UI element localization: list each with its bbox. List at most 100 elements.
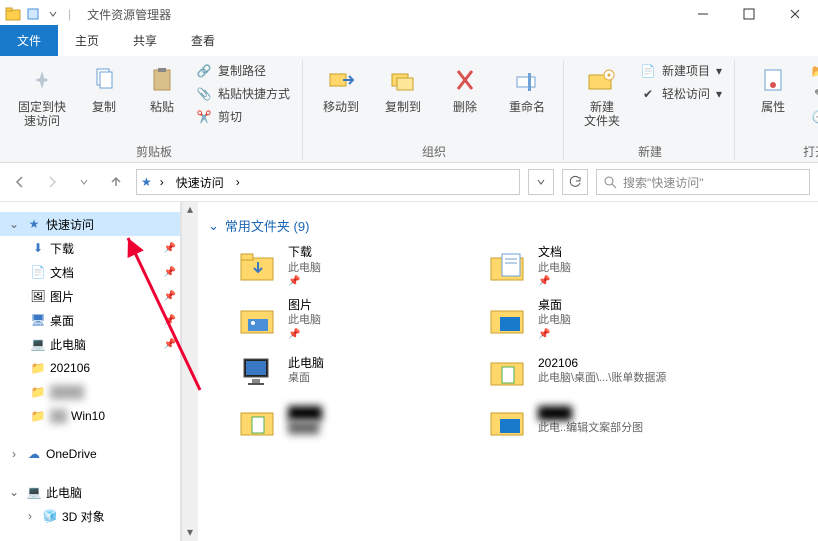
tree-onedrive[interactable]: ›☁OneDrive — [0, 442, 180, 466]
tree-desktop[interactable]: 🖥桌面📌 — [0, 308, 180, 332]
tree-downloads[interactable]: ⬇下载📌 — [0, 236, 180, 260]
item-sub: 桌面 — [288, 371, 324, 385]
tree-quickaccess[interactable]: ⌄★快速访问 — [0, 212, 180, 236]
breadcrumb-sep: › — [232, 173, 244, 191]
copypath-button[interactable]: 🔗复制路径 — [192, 60, 294, 81]
nav-recent-button[interactable] — [72, 170, 96, 194]
cube-icon: 🧊 — [42, 508, 58, 524]
sidebar-scrollbar[interactable]: ▴▾ — [181, 202, 198, 541]
moveto-button[interactable]: 移动到 — [313, 60, 369, 141]
section-header[interactable]: ⌄常用文件夹 (9) — [208, 210, 808, 245]
copy-icon — [88, 64, 120, 96]
tree-blur1[interactable]: 📁 ████ — [0, 380, 180, 404]
search-placeholder: 搜索"快速访问" — [623, 174, 704, 191]
search-input[interactable]: 搜索"快速访问" — [596, 169, 810, 195]
edit-button[interactable]: ✎编辑 — [807, 83, 818, 104]
group-label: 组织 — [422, 141, 446, 160]
open-icon: 📂 — [811, 63, 818, 79]
easyaccess-button[interactable]: ✔轻松访问▾ — [636, 83, 726, 104]
pin-quickaccess-button[interactable]: 固定到快 速访问 — [14, 60, 70, 141]
folder-item-documents[interactable]: 文档此电脑📌 — [488, 245, 708, 288]
explorer-icon — [4, 5, 22, 23]
link-icon: 🔗 — [196, 63, 212, 79]
refresh-button[interactable] — [562, 169, 588, 195]
nav-up-button[interactable] — [104, 170, 128, 194]
copy-button[interactable]: 复制 — [76, 60, 132, 141]
pin-icon — [26, 64, 58, 96]
tree-label: ██ — [50, 409, 67, 423]
ribbon-tabs: 文件 主页 共享 查看 — [0, 28, 818, 56]
nav-forward-button[interactable] — [40, 170, 64, 194]
delete-button[interactable]: 删除 — [437, 60, 493, 141]
tree-label: ████ — [50, 385, 84, 399]
folder-icon — [488, 246, 528, 286]
qat-dropdown-icon[interactable] — [44, 5, 62, 23]
tab-home[interactable]: 主页 — [58, 25, 116, 56]
pin-icon: 📌 — [538, 328, 571, 341]
minimize-button[interactable] — [680, 0, 726, 28]
tree-label: 3D 对象 — [62, 508, 105, 525]
address-dropdown-button[interactable] — [528, 169, 554, 195]
copyto-button[interactable]: 复制到 — [375, 60, 431, 141]
tree-pictures[interactable]: 🖼图片📌 — [0, 284, 180, 308]
content-pane: ⌄常用文件夹 (9) 下载此电脑📌 文档此电脑📌 图片此电脑📌 桌面此电脑📌 此… — [198, 202, 818, 541]
history-button[interactable]: 🕘历史记录 — [807, 106, 818, 127]
close-button[interactable] — [772, 0, 818, 28]
tree-202106[interactable]: 📁202106 — [0, 356, 180, 380]
item-sub: ████ — [288, 421, 322, 435]
tree-3dobjects[interactable]: › 🧊3D 对象 — [0, 504, 180, 528]
tree-thispc-root[interactable]: ⌄💻此电脑 — [0, 480, 180, 504]
qat-item-icon[interactable] — [24, 5, 42, 23]
tab-file[interactable]: 文件 — [0, 25, 58, 56]
nav-back-button[interactable] — [8, 170, 32, 194]
properties-button[interactable]: 属性 — [745, 60, 801, 141]
address-bar[interactable]: ★ › 快速访问 › — [136, 169, 520, 195]
item-name: 此电脑 — [288, 356, 324, 372]
folder-item-thispc[interactable]: 此电脑桌面 — [238, 351, 458, 391]
tree-documents[interactable]: 📄文档📌 — [0, 260, 180, 284]
item-name: 下载 — [288, 245, 321, 261]
moveto-icon — [325, 64, 357, 96]
newitem-icon: 📄 — [640, 63, 656, 79]
newitem-button[interactable]: 📄新建项目▾ — [636, 60, 726, 81]
address-row: ★ › 快速访问 › 搜索"快速访问" — [0, 163, 818, 201]
rename-button[interactable]: 重命名 — [499, 60, 555, 141]
tree-label: 快速访问 — [46, 216, 94, 233]
desktop-icon: 🖥 — [30, 312, 46, 328]
item-sub: 此电脑 — [538, 261, 571, 275]
folder-icon: 📁 — [30, 408, 46, 424]
chevron-right-icon[interactable]: › — [22, 509, 38, 523]
tab-view[interactable]: 查看 — [174, 25, 232, 56]
chevron-down-icon[interactable]: ⌄ — [6, 485, 22, 499]
tree-win10[interactable]: 📁██Win10 — [0, 404, 180, 428]
ribbon: 固定到快 速访问 复制 粘贴 🔗复制路径 📎粘贴快捷方式 ✂️剪切 剪贴板 移动… — [0, 56, 818, 163]
properties-icon — [757, 64, 789, 96]
group-open: 属性 📂打开▾ ✎编辑 🕘历史记录 打开 — [737, 60, 818, 160]
folder-item-pictures[interactable]: 图片此电脑📌 — [238, 298, 458, 341]
tree-thispc[interactable]: 💻此电脑📌 — [0, 332, 180, 356]
scroll-up-icon[interactable]: ▴ — [187, 202, 193, 218]
chevron-down-icon[interactable]: ⌄ — [6, 217, 22, 231]
chevron-right-icon[interactable]: › — [6, 447, 22, 461]
open-button[interactable]: 📂打开▾ — [807, 60, 818, 81]
item-sub: 此电脑\桌面\...\账单数据源 — [538, 371, 666, 385]
cut-button[interactable]: ✂️剪切 — [192, 106, 294, 127]
folder-item-blur2[interactable]: ████此电..编辑文案部分图 — [488, 401, 708, 441]
tab-share[interactable]: 共享 — [116, 25, 174, 56]
folder-item-downloads[interactable]: 下载此电脑📌 — [238, 245, 458, 288]
item-sub: 此电脑 — [538, 313, 571, 327]
folder-item-desktop[interactable]: 桌面此电脑📌 — [488, 298, 708, 341]
star-icon: ★ — [141, 175, 152, 189]
breadcrumb-root[interactable]: 快速访问 — [172, 172, 228, 193]
folder-item-blur1[interactable]: ████████ — [238, 401, 458, 441]
pasteshortcut-button[interactable]: 📎粘贴快捷方式 — [192, 83, 294, 104]
group-clipboard: 固定到快 速访问 复制 粘贴 🔗复制路径 📎粘贴快捷方式 ✂️剪切 剪贴板 — [6, 60, 303, 160]
download-icon: ⬇ — [30, 240, 46, 256]
scroll-down-icon[interactable]: ▾ — [187, 525, 193, 541]
folder-item-202106[interactable]: 202106此电脑\桌面\...\账单数据源 — [488, 351, 708, 391]
folder-icon: 📁 — [30, 384, 46, 400]
copyto-icon — [387, 64, 419, 96]
maximize-button[interactable] — [726, 0, 772, 28]
paste-button[interactable]: 粘贴 — [138, 60, 186, 118]
newfolder-button[interactable]: ✦新建 文件夹 — [574, 60, 630, 141]
